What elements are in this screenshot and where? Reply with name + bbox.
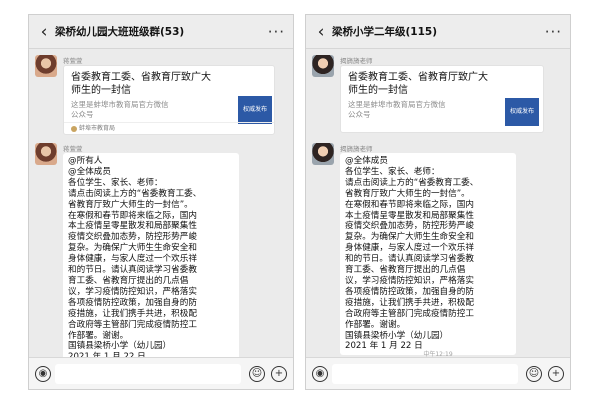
- back-arrow-icon[interactable]: ‹: [33, 15, 55, 49]
- article-description: 这里是蚌埠市教育局官方微信 公众号: [348, 100, 446, 119]
- text-bubble[interactable]: @全体成员 各位学生、家长、老师： 请点击阅读上方的“省委教育工委、 省教育厅致…: [340, 153, 516, 356]
- plus-icon[interactable]: +: [271, 366, 287, 382]
- more-options-icon[interactable]: ···: [545, 15, 562, 49]
- avatar[interactable]: [35, 55, 57, 77]
- article-card[interactable]: 省委教育工委、省教育厅致广大 师生的一封信 这里是蚌埠市教育局官方微信 公众号 …: [340, 65, 544, 133]
- input-bar: ◉ ☺ +: [306, 357, 570, 389]
- back-arrow-icon[interactable]: ‹: [310, 15, 332, 49]
- message-text: 蒋萱萱 @所有人 @全体成员 各位学生、家长、老师： 请点击阅读上方的“省委教育…: [35, 143, 289, 369]
- article-thumbnail: 权威发布: [238, 96, 272, 124]
- chat-window-kindergarten: ‹ 梁桥幼儿园大班班级群(53) ··· 蒋萱萱 省委教育工委、省教育厅致广大 …: [28, 14, 294, 390]
- input-bar: ◉ ☺ +: [29, 357, 293, 389]
- text-bubble[interactable]: @所有人 @全体成员 各位学生、家长、老师： 请点击阅读上方的“省委教育工委、 …: [63, 153, 239, 367]
- emoji-icon[interactable]: ☺: [526, 366, 542, 382]
- article-card[interactable]: 省委教育工委、省教育厅致广大 师生的一封信 这里是蚌埠市教育局官方微信 公众号 …: [63, 65, 275, 135]
- article-description: 这里是蚌埠市教育局官方微信 公众号: [71, 100, 169, 119]
- sender-name: 揭旖旖老师: [340, 145, 373, 153]
- more-options-icon[interactable]: ···: [268, 15, 285, 49]
- chat-header: ‹ 梁桥幼儿园大班班级群(53) ···: [29, 15, 293, 49]
- sender-name: 揭旖旖老师: [340, 57, 373, 65]
- article-source: 蚌埠市教育局: [64, 122, 274, 134]
- avatar[interactable]: [312, 143, 334, 165]
- message-article: 揭旖旖老师 省委教育工委、省教育厅致广大 师生的一封信 这里是蚌埠市教育局官方微…: [312, 55, 566, 137]
- sender-name: 蒋萱萱: [63, 145, 83, 153]
- message-input[interactable]: [55, 364, 241, 384]
- avatar[interactable]: [312, 55, 334, 77]
- article-thumbnail: 权威发布: [505, 98, 539, 126]
- source-logo-icon: [71, 125, 77, 132]
- article-title: 省委教育工委、省教育厅致广大 师生的一封信: [348, 72, 488, 96]
- voice-input-icon[interactable]: ◉: [312, 366, 328, 382]
- emoji-icon[interactable]: ☺: [249, 366, 265, 382]
- message-input[interactable]: [332, 364, 518, 384]
- chat-title: 梁桥幼儿园大班班级群(53): [55, 26, 185, 38]
- chat-window-grade-two: ‹ 梁桥小学二年级(115) ··· 揭旖旖老师 省委教育工委、省教育厅致广大 …: [305, 14, 571, 390]
- avatar[interactable]: [35, 143, 57, 165]
- sender-name: 蒋萱萱: [63, 57, 83, 65]
- chat-header: ‹ 梁桥小学二年级(115) ···: [306, 15, 570, 49]
- article-title: 省委教育工委、省教育厅致广大 师生的一封信: [71, 72, 211, 96]
- chat-title: 梁桥小学二年级(115): [332, 26, 438, 38]
- plus-icon[interactable]: +: [548, 366, 564, 382]
- message-text: 揭旖旖老师 @全体成员 各位学生、家长、老师： 请点击阅读上方的“省委教育工委、…: [312, 143, 566, 357]
- voice-input-icon[interactable]: ◉: [35, 366, 51, 382]
- message-article: 蒋萱萱 省委教育工委、省教育厅致广大 师生的一封信 这里是蚌埠市教育局官方微信 …: [35, 55, 289, 135]
